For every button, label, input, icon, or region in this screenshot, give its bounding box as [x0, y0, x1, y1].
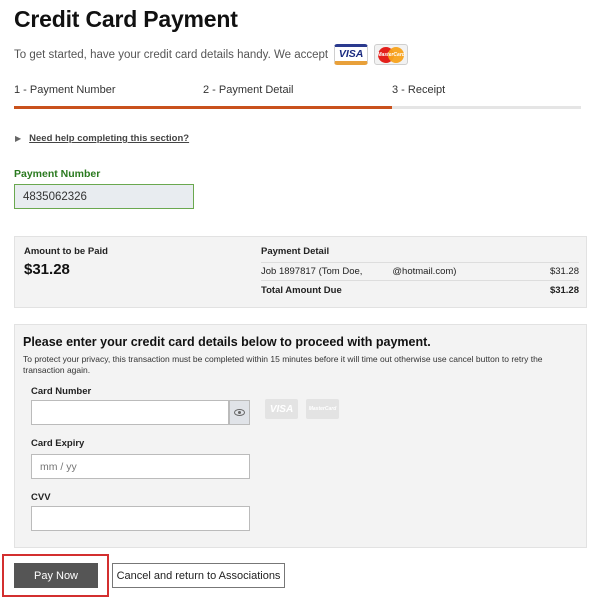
- cancel-button[interactable]: Cancel and return to Associations: [112, 563, 285, 588]
- cc-form-note: To protect your privacy, this transactio…: [23, 354, 543, 375]
- mastercard-logo-icon: MasterCard: [374, 44, 409, 65]
- visa-logo-icon: VISA: [334, 44, 369, 65]
- help-toggle[interactable]: ▶ Need help completing this section?: [15, 133, 189, 144]
- cvv-input[interactable]: [31, 506, 250, 531]
- cc-form-title: Please enter your credit card details be…: [23, 335, 431, 349]
- line-item-amount: $31.28: [549, 266, 579, 277]
- card-number-input[interactable]: [31, 400, 229, 425]
- total-amount: $31.28: [549, 285, 579, 296]
- payment-detail-label: Payment Detail: [261, 246, 330, 257]
- credit-card-form: Please enter your credit card details be…: [14, 324, 587, 548]
- card-expiry-label: Card Expiry: [31, 438, 85, 449]
- step-payment-detail: 2 - Payment Detail: [203, 84, 392, 109]
- amount-to-pay-value: $31.28: [24, 261, 70, 278]
- amount-to-pay-label: Amount to be Paid: [24, 246, 108, 257]
- page-title: Credit Card Payment: [14, 6, 238, 32]
- card-number-label: Card Number: [31, 386, 92, 397]
- mastercard-logo-text: MasterCard: [377, 51, 405, 58]
- intro-text: To get started, have your credit card de…: [14, 48, 329, 61]
- payment-line-item: Job 1897817 (Tom Doe, @hotmail.com) $31.…: [261, 262, 579, 281]
- line-item-desc-prefix: Job 1897817 (Tom Doe,: [261, 266, 363, 277]
- cvv-label: CVV: [31, 492, 51, 503]
- payment-summary: Amount to be Paid $31.28 Payment Detail …: [14, 236, 587, 308]
- step-payment-number: 1 - Payment Number: [14, 84, 203, 109]
- progress-steps: 1 - Payment Number 2 - Payment Detail 3 …: [14, 84, 581, 109]
- total-label: Total Amount Due: [261, 285, 342, 296]
- card-expiry-input[interactable]: [31, 454, 250, 479]
- step-receipt: 3 - Receipt: [392, 84, 581, 109]
- pay-now-button[interactable]: Pay Now: [14, 563, 98, 588]
- visa-faded-icon: VISA: [265, 399, 298, 419]
- triangle-right-icon: ▶: [15, 134, 22, 143]
- eye-icon: [234, 409, 245, 416]
- payment-number-field[interactable]: [14, 184, 194, 209]
- intro-text-row: To get started, have your credit card de…: [14, 44, 409, 65]
- show-card-number-button[interactable]: [229, 400, 250, 425]
- line-item-desc-suffix: @hotmail.com): [392, 266, 457, 277]
- line-item-description: Job 1897817 (Tom Doe, @hotmail.com): [261, 266, 456, 277]
- total-row: Total Amount Due $31.28: [261, 282, 579, 299]
- mastercard-faded-icon: MasterCard: [306, 399, 339, 419]
- payment-number-label: Payment Number: [14, 168, 101, 180]
- redacted-email: [362, 267, 393, 276]
- help-link[interactable]: Need help completing this section?: [29, 133, 189, 144]
